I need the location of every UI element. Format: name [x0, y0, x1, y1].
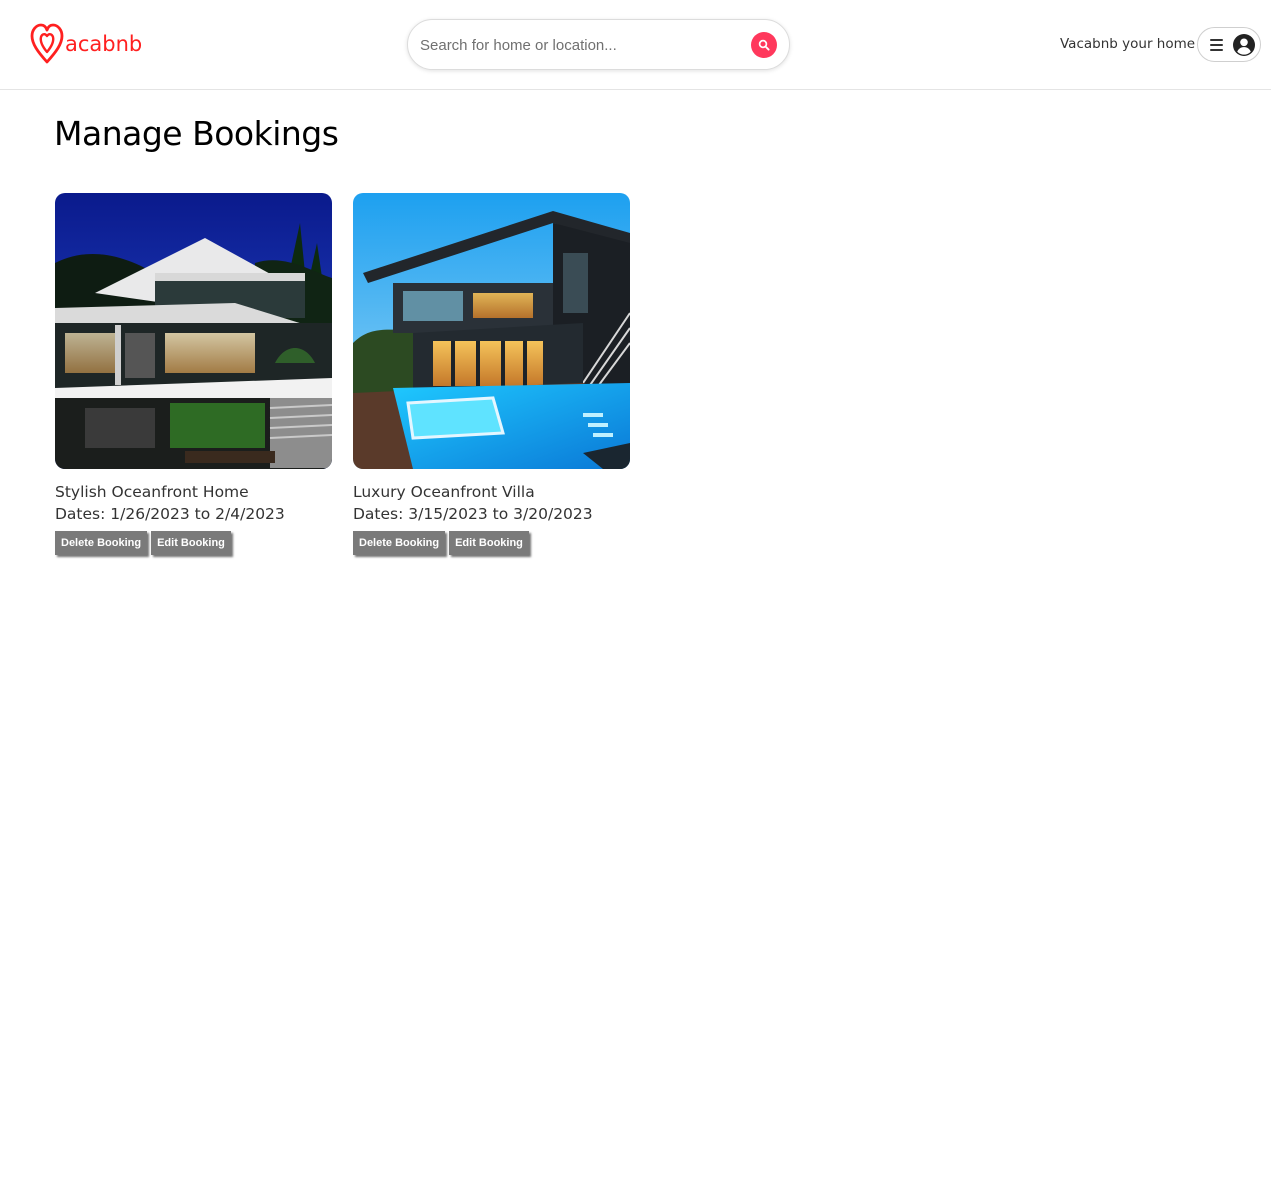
search-icon — [758, 39, 770, 51]
edit-booking-button[interactable]: Edit Booking — [151, 531, 231, 555]
search-button[interactable] — [751, 32, 777, 58]
logo-text: acabnb — [65, 32, 143, 56]
logo-heart-icon — [30, 23, 64, 64]
booking-dates: Dates: 3/15/2023 to 3/20/2023 — [353, 505, 593, 523]
profile-menu-button[interactable] — [1197, 27, 1261, 62]
search-input[interactable] — [420, 32, 740, 58]
delete-booking-button[interactable]: Delete Booking — [353, 531, 446, 555]
booking-card: Stylish Oceanfront Home Dates: 1/26/2023… — [55, 193, 332, 555]
user-avatar-icon — [1233, 34, 1255, 56]
booking-name: Stylish Oceanfront Home — [55, 483, 249, 501]
edit-booking-button[interactable]: Edit Booking — [449, 531, 529, 555]
host-your-home-link[interactable]: Vacabnb your home — [1060, 36, 1195, 52]
booking-photo[interactable] — [353, 193, 630, 469]
booking-actions: Delete Booking Edit Booking — [55, 531, 332, 555]
home-logo-link[interactable]: acabnb — [28, 22, 142, 64]
booking-actions: Delete Booking Edit Booking — [353, 531, 630, 555]
page-title: Manage Bookings — [54, 114, 339, 153]
booking-dates: Dates: 1/26/2023 to 2/4/2023 — [55, 505, 285, 523]
search-bar — [407, 19, 790, 70]
delete-booking-button[interactable]: Delete Booking — [55, 531, 148, 555]
top-navbar: acabnb Vacabnb your home — [0, 0, 1271, 90]
booking-card: Luxury Oceanfront Villa Dates: 3/15/2023… — [353, 193, 630, 555]
booking-name: Luxury Oceanfront Villa — [353, 483, 535, 501]
hamburger-menu-icon — [1210, 39, 1223, 51]
booking-photo[interactable] — [55, 193, 332, 469]
